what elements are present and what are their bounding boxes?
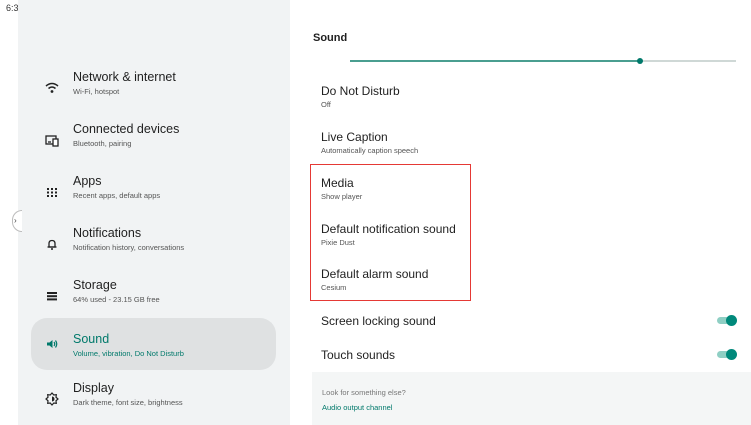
sidebar-item-subtitle: Dark theme, font size, brightness	[73, 398, 183, 407]
sidebar-item-title: Connected devices	[73, 122, 180, 136]
pref-default-notification-sound[interactable]: Default notification sound Pixie Dust	[321, 222, 456, 247]
sidebar-item-storage[interactable]: Storage 64% used - 23.15 GB free	[31, 271, 276, 321]
pref-subtitle: Cesium	[321, 283, 347, 292]
pref-live-caption[interactable]: Live Caption Automatically caption speec…	[321, 130, 418, 155]
screen-locking-sound-toggle[interactable]	[717, 315, 737, 326]
apps-grid-icon	[47, 188, 57, 197]
connected-devices-icon	[45, 135, 59, 147]
touch-sounds-toggle[interactable]	[717, 349, 737, 360]
sidebar-item-sound[interactable]: Sound Volume, vibration, Do Not Disturb	[31, 318, 276, 370]
bell-icon	[47, 239, 57, 250]
volume-slider-fill	[350, 60, 640, 62]
pref-screen-locking-sound[interactable]: Screen locking sound	[321, 314, 436, 328]
pref-media[interactable]: Media Show player	[321, 176, 362, 201]
pref-title: Do Not Disturb	[321, 84, 400, 98]
pref-title: Live Caption	[321, 130, 388, 144]
pref-do-not-disturb[interactable]: Do Not Disturb Off	[321, 84, 400, 109]
page-title: Sound	[313, 32, 348, 44]
pref-subtitle: Automatically caption speech	[321, 146, 419, 155]
sidebar-item-title: Network & internet	[73, 70, 176, 84]
search-suggestions-footer: Look for something else? Audio output ch…	[312, 372, 751, 425]
sidebar-item-apps[interactable]: Apps Recent apps, default apps	[31, 167, 276, 217]
volume-slider-thumb[interactable]	[636, 58, 643, 64]
sidebar-item-network[interactable]: Network & internet Wi-Fi, hotspot	[31, 63, 276, 113]
sidebar-item-subtitle: Notification history, conversations	[73, 243, 185, 252]
sidebar-item-subtitle: Wi-Fi, hotspot	[73, 87, 120, 96]
audio-output-channel-link[interactable]: Audio output channel	[322, 403, 392, 412]
pref-title: Media	[321, 176, 354, 190]
sidebar-item-title: Sound	[73, 332, 110, 346]
toggle-thumb	[726, 315, 737, 326]
sidebar-item-subtitle: Bluetooth, pairing	[73, 139, 132, 148]
sidebar-item-title: Storage	[73, 278, 117, 292]
sidebar-item-subtitle: Volume, vibration, Do Not Disturb	[73, 349, 184, 358]
pref-subtitle: Pixie Dust	[321, 238, 355, 247]
pref-title: Touch sounds	[321, 348, 396, 362]
sidebar-item-title: Notifications	[73, 226, 142, 240]
sidebar-item-display[interactable]: Display Dark theme, font size, brightnes…	[31, 374, 276, 424]
settings-sidebar: Network & internet Wi-Fi, hotspot Connec…	[18, 0, 290, 425]
brightness-icon	[45, 392, 59, 406]
pane-divider-handle[interactable]: ›	[12, 210, 22, 232]
sound-settings-pane: Sound Do Not Disturb Off Live Caption Au…	[292, 0, 751, 425]
sidebar-item-connected-devices[interactable]: Connected devices Bluetooth, pairing	[31, 115, 276, 165]
pref-touch-sounds[interactable]: Touch sounds	[321, 348, 395, 362]
footer-hint: Look for something else?	[322, 388, 406, 397]
sidebar-item-title: Apps	[73, 174, 102, 188]
speaker-icon	[47, 340, 58, 348]
toggle-thumb	[726, 349, 737, 360]
sidebar-item-title: Display	[73, 381, 114, 395]
pref-default-alarm-sound[interactable]: Default alarm sound Cesium	[321, 267, 428, 292]
pref-subtitle: Show player	[321, 192, 363, 201]
pref-title: Default notification sound	[321, 222, 456, 236]
volume-slider[interactable]	[350, 58, 736, 64]
pref-subtitle: Off	[321, 100, 331, 109]
wifi-icon	[45, 82, 59, 93]
pref-title: Default alarm sound	[321, 267, 429, 281]
sidebar-item-subtitle: 64% used - 23.15 GB free	[73, 295, 160, 304]
storage-icon	[47, 292, 57, 301]
sidebar-item-subtitle: Recent apps, default apps	[73, 191, 161, 200]
sidebar-item-notifications[interactable]: Notifications Notification history, conv…	[31, 219, 276, 269]
pref-title: Screen locking sound	[321, 314, 436, 328]
